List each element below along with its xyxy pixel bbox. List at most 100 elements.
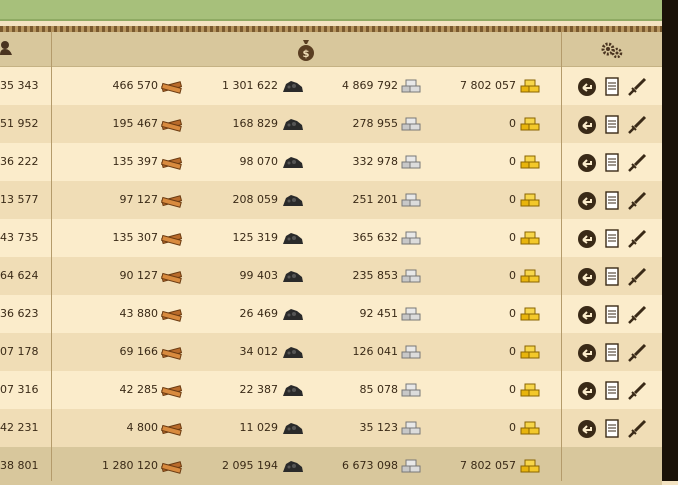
- report-button[interactable]: [602, 229, 622, 249]
- gold-icon: [519, 344, 541, 360]
- partial-value: 51 952: [0, 117, 39, 130]
- gold-icon: [519, 192, 541, 208]
- return-button[interactable]: [577, 419, 597, 439]
- total-row: 38 801 1 280 120 2 095 194 6 673 098 7 802 0…: [0, 447, 662, 485]
- stone-amount: 98 070: [239, 155, 279, 168]
- report-icon: [602, 305, 622, 328]
- return-button[interactable]: [577, 115, 597, 135]
- return-button[interactable]: [577, 229, 597, 249]
- iron-amount: 278 955: [352, 117, 399, 130]
- iron-amount: 365 632: [352, 231, 399, 244]
- partial-value: 42 231: [0, 421, 39, 434]
- gold-icon: [519, 306, 541, 322]
- return-icon: [577, 154, 597, 176]
- row-actions: [577, 419, 649, 439]
- report-icon: [602, 229, 622, 252]
- partial-value: 64 624: [0, 269, 39, 282]
- return-icon: [577, 192, 597, 214]
- wood-amount: 135 307: [112, 231, 159, 244]
- report-button[interactable]: [602, 191, 622, 211]
- gold-amount: 0: [509, 421, 516, 434]
- return-button[interactable]: [577, 305, 597, 325]
- report-icon: [602, 267, 622, 290]
- table-row: 36 222 135 397 98 070 332 978 0: [0, 143, 662, 181]
- iron-amount: 251 201: [352, 193, 399, 206]
- report-button[interactable]: [602, 305, 622, 325]
- partial-value: 43 735: [0, 231, 39, 244]
- iron-icon: [400, 78, 422, 94]
- partial-value: 36 222: [0, 155, 39, 168]
- return-icon: [577, 420, 597, 442]
- sword-icon: [627, 419, 647, 442]
- sword-icon: [627, 305, 647, 328]
- sword-icon: [627, 191, 647, 214]
- row-actions: [577, 267, 649, 287]
- sword-icon: [627, 229, 647, 252]
- gold-icon: [519, 116, 541, 132]
- sword-button[interactable]: [627, 191, 647, 211]
- top-bar: [0, 0, 662, 21]
- wood-amount: 43 880: [119, 307, 159, 320]
- report-button[interactable]: [602, 343, 622, 363]
- return-icon: [577, 344, 597, 366]
- return-button[interactable]: [577, 153, 597, 173]
- sword-icon: [627, 343, 647, 366]
- column-divider: [51, 32, 52, 481]
- column-divider: [561, 32, 562, 481]
- gold-icon: [519, 420, 541, 436]
- report-icon: [602, 343, 622, 366]
- iron-amount: 235 853: [352, 269, 399, 282]
- wood-amount: 466 570: [112, 79, 159, 92]
- gold-icon: [519, 154, 541, 170]
- sword-button[interactable]: [627, 267, 647, 287]
- iron-icon: [400, 230, 422, 246]
- report-button[interactable]: [602, 77, 622, 97]
- sword-button[interactable]: [627, 305, 647, 325]
- return-button[interactable]: [577, 381, 597, 401]
- stone-amount: 22 387: [239, 383, 279, 396]
- partial-value: 07 316: [0, 383, 39, 396]
- wood-amount: 42 285: [119, 383, 159, 396]
- return-button[interactable]: [577, 267, 597, 287]
- sword-icon: [627, 77, 647, 100]
- sword-button[interactable]: [627, 343, 647, 363]
- sword-button[interactable]: [627, 229, 647, 249]
- gold-icon: [519, 78, 541, 94]
- report-button[interactable]: [602, 115, 622, 135]
- report-icon: [602, 153, 622, 176]
- report-button[interactable]: [602, 419, 622, 439]
- sword-button[interactable]: [627, 77, 647, 97]
- iron-icon: [400, 192, 422, 208]
- report-button[interactable]: [602, 381, 622, 401]
- return-button[interactable]: [577, 343, 597, 363]
- report-button[interactable]: [602, 153, 622, 173]
- table-row: 43 735 135 307 125 319 365 632 0: [0, 219, 662, 257]
- report-button[interactable]: [602, 267, 622, 287]
- gold-amount: 0: [509, 269, 516, 282]
- row-actions: [577, 229, 649, 249]
- gold-icon: [519, 230, 541, 246]
- sword-button[interactable]: [627, 115, 647, 135]
- return-button[interactable]: [577, 191, 597, 211]
- return-button[interactable]: [577, 77, 597, 97]
- iron-icon: [400, 268, 422, 284]
- sword-button[interactable]: [627, 419, 647, 439]
- gold-amount: 0: [509, 345, 516, 358]
- gears-icon: [601, 42, 623, 59]
- return-icon: [577, 306, 597, 328]
- sword-button[interactable]: [627, 153, 647, 173]
- table-row: 36 623 43 880 26 469 92 451 0: [0, 295, 662, 333]
- gold-icon: [519, 458, 541, 474]
- gold-amount: 0: [509, 155, 516, 168]
- wood-amount: 97 127: [119, 193, 159, 206]
- gold-amount: 0: [509, 307, 516, 320]
- wood-amount: 4 800: [126, 421, 159, 434]
- iron-amount: 126 041: [352, 345, 399, 358]
- sword-button[interactable]: [627, 381, 647, 401]
- row-actions: [577, 153, 649, 173]
- table-row: 51 952 195 467 168 829 278 955 0: [0, 105, 662, 143]
- return-icon: [577, 382, 597, 404]
- iron-amount: 332 978: [352, 155, 399, 168]
- table-row: 42 231 4 800 11 029 35 123 0: [0, 409, 662, 447]
- gold-icon: [519, 382, 541, 398]
